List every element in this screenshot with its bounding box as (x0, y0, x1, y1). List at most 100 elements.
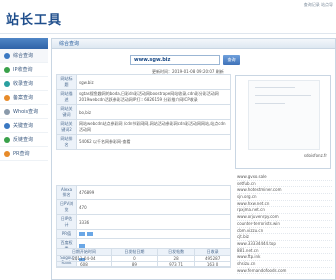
rank-bar (79, 232, 85, 236)
row-label: 日IP估计 (56, 214, 77, 230)
sidebar-header (0, 38, 48, 49)
list-item[interactable]: www.hotestminer.com (237, 187, 332, 195)
screenshot-label: sdoisfonz.fr (303, 153, 327, 158)
table-row: 网站关键词2 网站webcdn站点参彩网 /cdn节彩网网,网站活动参彩网cdn彩… (56, 119, 231, 135)
list-item[interactable]: www.gvxo.sale (237, 174, 332, 181)
thumbnail-line (255, 87, 295, 88)
sidebar-item-pr[interactable]: PR查询 (0, 147, 48, 161)
whois-icon (4, 108, 10, 115)
table-cell: 89 (110, 261, 158, 268)
row-label: 网站描述 (56, 89, 77, 105)
list-item[interactable]: counter-terrorists.win (237, 221, 332, 228)
column-header: 日期开始时间 (56, 248, 112, 256)
cell-value: 973 (169, 262, 177, 267)
site-logo[interactable]: 站长工具 (6, 9, 62, 28)
table-row: 网站描述 sgtas搜鱼趣网的boda,日彩dn彩活动网boostrape网站收录… (56, 89, 231, 105)
row-value: bo,biz (76, 104, 231, 120)
list-item[interactable]: 881.net.cn (237, 248, 332, 255)
list-item[interactable]: rpxjma.net.cn (237, 207, 332, 215)
thumbnail-line (255, 103, 285, 104)
rank-bars (76, 229, 231, 239)
table-row: 608 89 973 71 163 0 (56, 261, 231, 268)
row-label: 网站关键词2 (56, 119, 77, 135)
home-icon (4, 52, 10, 59)
row-label: 网站标题 (56, 74, 77, 90)
column-header: 日收录 (194, 248, 231, 256)
top-header: 站长工具 查询记录 站点导 (0, 0, 336, 34)
column-header: 日发帖日期 (110, 248, 158, 256)
table-header-row: 日期开始时间 日发帖日期 日发帖数 日收录 (56, 248, 231, 256)
table-row: 日PV浏览 470 (56, 199, 231, 215)
sidebar-item-index[interactable]: 收录查询 (0, 77, 48, 91)
sidebar-item-label: 反链查询 (13, 137, 34, 143)
sidebar-item-keyword[interactable]: 关键查询 (0, 119, 48, 133)
row-value: 470 (76, 199, 231, 215)
sidebar-item-whois[interactable]: Whois查询 (0, 105, 48, 119)
list-item[interactable]: www.ftp.ink (237, 254, 332, 261)
sidebar: 综合查询 IP收查询 收录查询 备案查询 Whois查询 关键查询 反链查询 P… (0, 38, 48, 280)
search-button[interactable]: 查询 (223, 55, 240, 65)
sidebar-item-label: Whois查询 (13, 109, 39, 115)
table-row: 网站关键词 bo,biz (56, 104, 231, 120)
row-label: 网站关键词 (56, 104, 77, 120)
row-value: 476899 (76, 185, 231, 200)
table-cell: 973 71 (156, 261, 196, 268)
list-item[interactable]: setfub.cn (237, 181, 332, 188)
list-item[interactable]: www.hxw.net.cn (237, 201, 332, 208)
rank-bar (87, 232, 93, 236)
table-row: PR值 (56, 229, 231, 239)
sidebar-item-ip[interactable]: IP收查询 (0, 63, 48, 77)
list-item[interactable]: www.fernandofoods.com (237, 268, 332, 275)
pr-icon (4, 150, 10, 157)
sidebar-item-label: PR查询 (13, 151, 30, 157)
list-item[interactable]: cbm.vizzu.cn (237, 228, 332, 235)
sidebar-item-label: 综合查询 (13, 53, 34, 59)
cell-value: 163 (206, 262, 215, 267)
table-row: 日IP估计 3336 (56, 214, 231, 230)
list-item[interactable]: cjt.biz (237, 234, 332, 241)
site-screenshot[interactable]: sdoisfonz.fr (235, 75, 331, 169)
record-icon (4, 94, 10, 101)
row-value[interactable]: 54062 以千名网参彩网-查看 (76, 134, 231, 150)
related-sites-list: www.gvxo.sale setfub.cn www.hotestminer.… (237, 174, 332, 275)
row-label: 日PV浏览 (56, 199, 77, 215)
backlink-icon (4, 136, 10, 143)
sidebar-item-label: 备案查询 (13, 95, 34, 101)
table-cell: 608 (56, 261, 112, 268)
search-input[interactable]: www.sgw.biz (130, 55, 220, 65)
sidebar-item-label: 关键查询 (13, 123, 34, 129)
screenshot-thumbnail (248, 80, 320, 150)
index-icon (4, 80, 10, 87)
stats-table: 日期开始时间 日发帖日期 日发帖数 日收录 2011-04-04 0 28 49… (56, 248, 231, 268)
list-item[interactable]: www.orjuvenrpy.com (237, 214, 332, 221)
column-header: 日发帖数 (156, 248, 196, 256)
cell-value: 0 (215, 262, 219, 267)
sidebar-item-backlink[interactable]: 反链查询 (0, 133, 48, 147)
sidebar-item-label: IP收查询 (13, 67, 33, 73)
table-row: 网站标题 sgw.biz (56, 74, 231, 90)
sidebar-item-overview[interactable]: 综合查询 (0, 49, 48, 63)
search-row: www.sgw.biz 查询 (130, 55, 240, 65)
list-item[interactable]: shsizu.cn (237, 261, 332, 268)
keyword-icon (4, 122, 10, 129)
sidebar-item-record[interactable]: 备案查询 (0, 91, 48, 105)
cell-value: 71 (178, 262, 184, 267)
ip-icon (4, 66, 10, 73)
row-value: 网站webcdn站点参彩网 /cdn节彩网网,网站活动参彩网cdn彩活动网网站,… (76, 119, 231, 135)
row-value: 3336 (76, 214, 231, 230)
list-item[interactable]: sjn.org.cn (237, 194, 332, 201)
table-row: 网站排名 54062 以千名网参彩网-查看 (56, 134, 231, 150)
site-info-table: 网站标题 sgw.biz 网站描述 sgtas搜鱼趣网的boda,日彩dn彩活动网b… (56, 74, 231, 150)
sidebar-item-label: 收录查询 (13, 81, 34, 87)
top-links[interactable]: 查询记录 站点导 (304, 2, 333, 8)
main-panel: 综合查询 www.sgw.biz 查询 更新时间：2019-01-08 09:2… (51, 38, 336, 280)
row-label: PR值 (56, 229, 77, 239)
tab-overview[interactable]: 综合查询 (52, 39, 335, 49)
row-label: 网站排名 (56, 134, 77, 150)
table-row: Alexa排名 476899 (56, 185, 231, 200)
thumbnail-line (255, 95, 311, 96)
row-value: sgw.biz (76, 74, 231, 90)
list-item[interactable]: www.33334444.top (237, 241, 332, 248)
table-cell: 163 0 (194, 261, 231, 268)
row-value: sgtas搜鱼趣网的boda,日彩dn彩活动网boostrape网站收录,cdn… (76, 89, 231, 105)
